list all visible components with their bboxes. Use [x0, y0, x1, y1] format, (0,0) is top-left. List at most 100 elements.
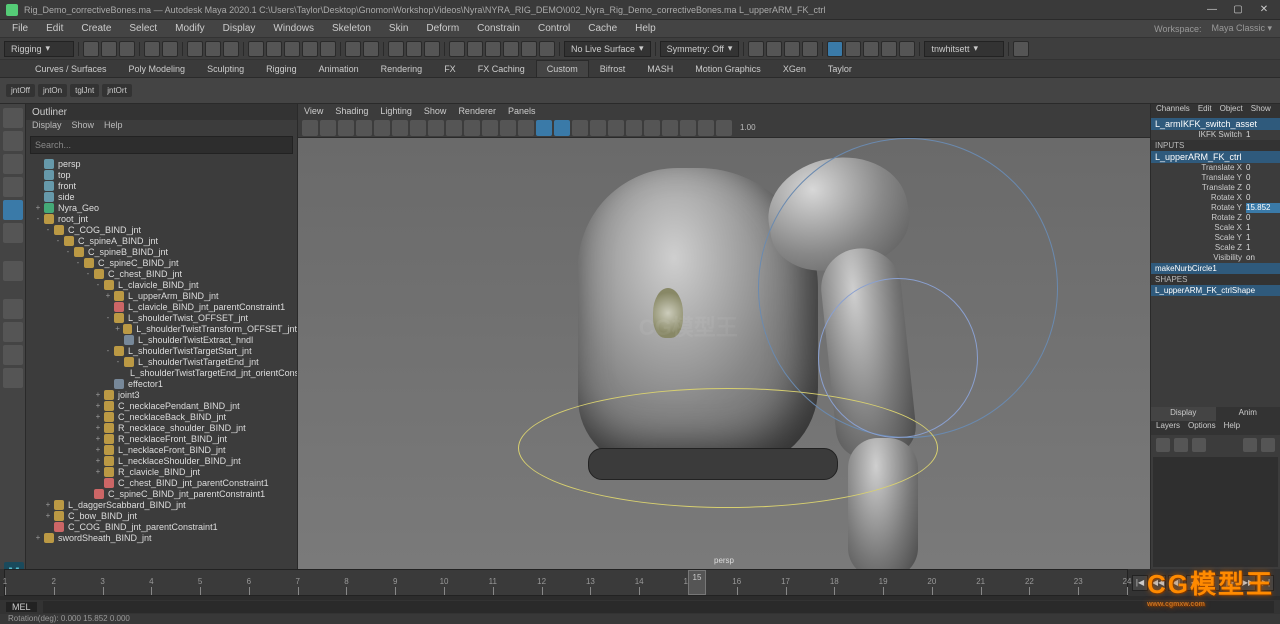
shelf-tab-curves-surfaces[interactable]: Curves / Surfaces	[24, 60, 118, 77]
layer-menu-layers[interactable]: Layers	[1156, 421, 1180, 435]
toggle-c-icon[interactable]	[863, 41, 879, 57]
outliner-menu-show[interactable]: Show	[72, 120, 95, 134]
toggle-e-icon[interactable]	[899, 41, 915, 57]
layer-tab-anim[interactable]: Anim	[1216, 407, 1280, 421]
film-gate-icon[interactable]	[410, 120, 426, 136]
layer-add-icon[interactable]	[1243, 438, 1257, 452]
outliner-item[interactable]: +R_necklace_shoulder_BIND_jnt	[30, 422, 297, 433]
menu-select[interactable]: Select	[121, 21, 165, 36]
scale-tool[interactable]	[3, 200, 23, 220]
shelf-tab-mash[interactable]: MASH	[636, 60, 684, 77]
snap-point-icon[interactable]	[284, 41, 300, 57]
outliner-item[interactable]: +C_necklaceBack_BIND_jnt	[30, 411, 297, 422]
isolate-icon[interactable]	[698, 120, 714, 136]
shelf-tab-taylor[interactable]: Taylor	[817, 60, 863, 77]
paint-tool-icon[interactable]	[223, 41, 239, 57]
outliner-item[interactable]: -C_spineA_BIND_jnt	[30, 235, 297, 246]
shelf-tab-bifrost[interactable]: Bifrost	[589, 60, 637, 77]
grid-icon[interactable]	[392, 120, 408, 136]
layer-down-icon[interactable]	[1192, 438, 1206, 452]
layout-outliner[interactable]	[3, 322, 23, 342]
shelf-tab-sculpting[interactable]: Sculpting	[196, 60, 255, 77]
outliner-item[interactable]: +joint3	[30, 389, 297, 400]
menu-display[interactable]: Display	[215, 21, 264, 36]
attr-value[interactable]: 0	[1246, 163, 1280, 173]
layer-tab-display[interactable]: Display	[1151, 407, 1216, 421]
layout-four[interactable]	[3, 299, 23, 319]
script-lang[interactable]: MEL	[6, 602, 37, 612]
shelf-tab-motion-graphics[interactable]: Motion Graphics	[684, 60, 772, 77]
layer-menu-help[interactable]: Help	[1224, 421, 1240, 435]
module-select[interactable]: Rigging ▾	[4, 41, 74, 57]
shelf-btn-jntort[interactable]: jntOrt	[102, 84, 132, 97]
undo-icon[interactable]	[144, 41, 160, 57]
history-off-icon[interactable]	[363, 41, 379, 57]
outliner-cam-top[interactable]: top	[30, 169, 297, 180]
xray-joints-icon[interactable]	[680, 120, 696, 136]
outliner-item[interactable]: L_clavicle_BIND_jnt_parentConstraint1	[30, 301, 297, 312]
layer-list[interactable]	[1153, 457, 1278, 568]
outliner-item[interactable]: -L_clavicle_BIND_jnt	[30, 279, 297, 290]
xform5-icon[interactable]	[539, 41, 555, 57]
snap-grid-icon[interactable]	[248, 41, 264, 57]
outliner-item[interactable]: -C_spineB_BIND_jnt	[30, 246, 297, 257]
outliner-cam-persp[interactable]: persp	[30, 158, 297, 169]
cb-menu-channels[interactable]: Channels	[1156, 104, 1190, 118]
menu-create[interactable]: Create	[73, 21, 119, 36]
safe-title-icon[interactable]	[500, 120, 516, 136]
lasso-tool-icon[interactable]	[205, 41, 221, 57]
shelf-tab-rendering[interactable]: Rendering	[370, 60, 434, 77]
panel-menu-renderer[interactable]: Renderer	[458, 106, 496, 116]
layout-graph[interactable]	[3, 368, 23, 388]
outliner-item[interactable]: -C_COG_BIND_jnt	[30, 224, 297, 235]
motion-blur-icon[interactable]	[626, 120, 642, 136]
outliner-item[interactable]: +R_clavicle_BIND_jnt	[30, 466, 297, 477]
attr-name[interactable]: Scale Z	[1151, 243, 1246, 253]
attr-name[interactable]: Visibility	[1151, 253, 1246, 263]
textured-icon[interactable]	[554, 120, 570, 136]
lights-icon[interactable]	[572, 120, 588, 136]
ipr-icon[interactable]	[406, 41, 422, 57]
layer-new2-icon[interactable]	[1261, 438, 1275, 452]
attr-value[interactable]: 1	[1246, 243, 1280, 253]
shelf-tab-xgen[interactable]: XGen	[772, 60, 817, 77]
arm-control-ring[interactable]	[818, 278, 978, 438]
shelf-btn-jnton[interactable]: jntOn	[38, 84, 67, 97]
layout4-icon[interactable]	[802, 41, 818, 57]
shelf-tab-custom[interactable]: Custom	[536, 60, 589, 77]
outliner-menu-display[interactable]: Display	[32, 120, 62, 134]
outliner-item[interactable]: +C_necklacePendant_BIND_jnt	[30, 400, 297, 411]
attr-name[interactable]: Translate Z	[1151, 183, 1246, 193]
command-input[interactable]	[43, 601, 1274, 613]
select-tool-icon[interactable]	[187, 41, 203, 57]
grease-icon[interactable]	[374, 120, 390, 136]
lasso-tool[interactable]	[3, 131, 23, 151]
last-tool[interactable]	[3, 223, 23, 243]
menu-windows[interactable]: Windows	[265, 21, 322, 36]
shelf-tab-animation[interactable]: Animation	[308, 60, 370, 77]
attr-value[interactable]: on	[1246, 253, 1280, 263]
outliner-item[interactable]: +L_upperArm_BIND_jnt	[30, 290, 297, 301]
outliner-item[interactable]: -L_shoulderTwistTargetEnd_jnt	[30, 356, 297, 367]
outliner-item[interactable]: +Nyra_Geo	[30, 202, 297, 213]
layer-menu-options[interactable]: Options	[1188, 421, 1216, 435]
shelf-tab-fx[interactable]: FX	[433, 60, 467, 77]
attr-value[interactable]: 0	[1246, 213, 1280, 223]
layout3-icon[interactable]	[784, 41, 800, 57]
outliner-item[interactable]: L_shoulderTwistExtract_hndl	[30, 334, 297, 345]
menu-help[interactable]: Help	[627, 21, 664, 36]
attr-name[interactable]: Rotate Y	[1151, 203, 1246, 213]
outliner-item[interactable]: +R_necklaceFront_BIND_jnt	[30, 433, 297, 444]
image-plane-icon[interactable]	[338, 120, 354, 136]
toggle-a-icon[interactable]	[827, 41, 843, 57]
selected-node[interactable]: L_upperARM_FK_ctrl	[1151, 151, 1280, 163]
outliner-item[interactable]: +L_daggerScabbard_BIND_jnt	[30, 499, 297, 510]
live-surface[interactable]: No Live Surface ▾	[564, 41, 651, 57]
outliner-item[interactable]: C_COG_BIND_jnt_parentConstraint1	[30, 521, 297, 532]
attr-value[interactable]: 15.852	[1246, 203, 1280, 213]
attr-name[interactable]: Rotate Z	[1151, 213, 1246, 223]
outliner-item[interactable]: C_chest_BIND_jnt_parentConstraint1	[30, 477, 297, 488]
attr-name[interactable]: Scale X	[1151, 223, 1246, 233]
outliner-item[interactable]: +L_necklaceFront_BIND_jnt	[30, 444, 297, 455]
xform2-icon[interactable]	[485, 41, 501, 57]
